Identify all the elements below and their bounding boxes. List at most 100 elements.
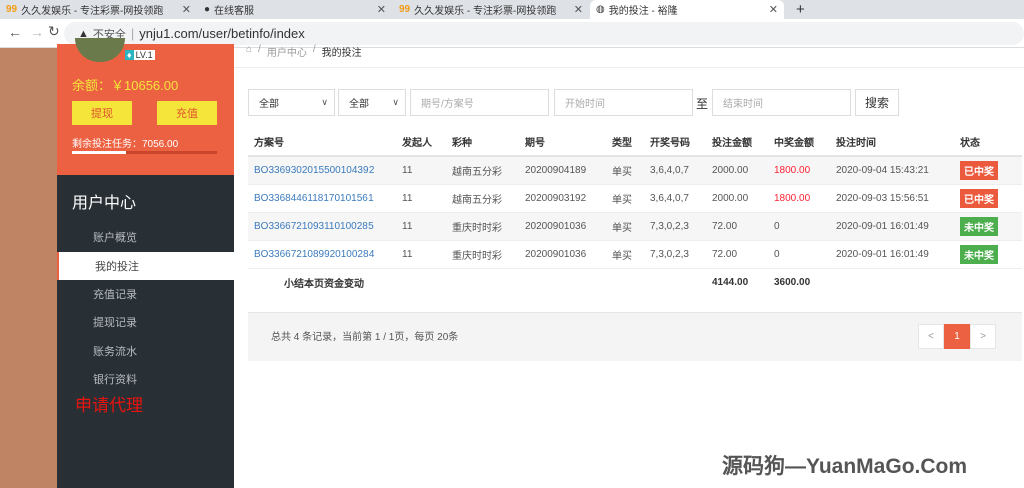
forward-icon[interactable]: → bbox=[30, 24, 44, 40]
level-badge: ♦ LV.1 bbox=[125, 49, 155, 60]
next-page-button[interactable]: > bbox=[970, 324, 996, 349]
issue-number: 20200901036 bbox=[525, 248, 587, 260]
recharge-button[interactable]: 充值 bbox=[157, 101, 217, 125]
lottery-type: 重庆时时彩 bbox=[452, 250, 502, 262]
pagination-info: 总共 4 条记录，当前第 1 / 1页，每页 20条 bbox=[271, 332, 459, 343]
reload-icon[interactable]: ↻ bbox=[48, 23, 60, 40]
initiator: 11 bbox=[402, 192, 413, 204]
type-select[interactable]: 全部 ∨ bbox=[338, 89, 406, 116]
sidebar-item-bank-info[interactable]: 银行资料 bbox=[57, 365, 234, 393]
lottery-type: 重庆时时彩 bbox=[452, 222, 502, 234]
plan-id-link[interactable]: BO336672108992010028 4 bbox=[254, 249, 374, 260]
close-icon[interactable]: ✕ bbox=[182, 3, 191, 16]
sidebar-item-my-bets[interactable]: 我的投注 bbox=[57, 252, 234, 280]
bet-time: 2020-09-04 15:43:21 bbox=[836, 164, 929, 176]
breadcrumb-current: 我的投注 bbox=[321, 48, 362, 59]
column-header: 期号 bbox=[525, 128, 612, 157]
column-header: 类型 bbox=[612, 128, 650, 157]
sidebar-item-withdraw-records[interactable]: 提现记录 bbox=[57, 308, 234, 336]
divider bbox=[234, 67, 1024, 68]
pagination-bar: 总共 4 条记录，当前第 1 / 1页，每页 20条 < 1 > bbox=[248, 312, 1022, 361]
draw-numbers: 3,6,4,0,7 bbox=[650, 164, 689, 176]
column-header: 方案号 bbox=[248, 128, 402, 157]
bet-amount: 72.00 bbox=[712, 248, 738, 260]
close-icon[interactable]: ✕ bbox=[574, 3, 583, 16]
draw-numbers: 7,3,0,2,3 bbox=[650, 248, 689, 260]
draw-numbers: 7,3,0,2,3 bbox=[650, 220, 689, 232]
search-button[interactable]: 搜索 bbox=[855, 89, 899, 116]
task-progress bbox=[72, 151, 217, 154]
page-1-button[interactable]: 1 bbox=[944, 324, 970, 349]
person-icon: ● bbox=[204, 4, 211, 15]
sidebar: 用户中心 账户概览 我的投注 充值记录 提现记录 账务流水 银行资料 申请代理 bbox=[57, 175, 234, 488]
sidebar-title: 用户中心 bbox=[72, 195, 137, 212]
close-icon[interactable]: ✕ bbox=[377, 3, 386, 16]
table-row: BO336930201550010439 2 11 越南五分彩 20200904189… bbox=[248, 156, 1022, 185]
new-tab-button[interactable]: + bbox=[790, 0, 811, 19]
initiator: 11 bbox=[402, 164, 413, 176]
chevron-down-icon: ∨ bbox=[392, 97, 399, 107]
column-header: 投注时间 bbox=[836, 128, 960, 157]
favicon-icon: 99 bbox=[399, 4, 411, 15]
browser-tab-bar: 99 久久发娱乐 - 专注彩票-网投领跑 ✕ ● 在线客服 ✕ 99 久久发娱乐 - 专注… bbox=[0, 0, 1024, 19]
lottery-type: 越南五分彩 bbox=[452, 166, 502, 178]
withdraw-button[interactable]: 提现 bbox=[72, 101, 132, 125]
url-input[interactable]: ▲ 不安全 | ynju1.com/user/betinfo/index bbox=[64, 22, 1024, 45]
diamond-icon: ♦ bbox=[125, 49, 134, 60]
win-amount: 0 bbox=[774, 220, 780, 232]
breadcrumb: ⌂ / 用户中心 / 我的投注 bbox=[246, 44, 362, 59]
browser-tab[interactable]: 99 久久发娱乐 - 专注彩票-网投领跑 ✕ bbox=[393, 0, 589, 19]
issue-number: 20200903192 bbox=[525, 192, 587, 204]
browser-tab[interactable]: ● 在线客服 ✕ bbox=[198, 0, 392, 19]
plan-id-link[interactable]: BO336930201550010439 2 bbox=[254, 165, 374, 176]
browser-tab[interactable]: 99 久久发娱乐 - 专注彩票-网投领跑 ✕ bbox=[0, 0, 197, 19]
close-icon[interactable]: ✕ bbox=[769, 3, 778, 16]
task-remaining: 剩余投注任务：7056.00 bbox=[72, 139, 179, 150]
lottery-type: 越南五分彩 bbox=[452, 194, 502, 206]
win-amount: 1800.00 bbox=[774, 164, 811, 176]
table-header: 方案号 发起人 彩种 期号 类型 开奖号码 投注金额 中奖金额 投注时间 状态 bbox=[248, 128, 1022, 157]
balance: 余额：￥10656.00 bbox=[72, 78, 179, 93]
summary-label: 小结本页资金变动 bbox=[284, 278, 364, 290]
browser-tab-active[interactable]: ◍ 我的投注 - 裕隆 ✕ bbox=[590, 0, 784, 19]
sidebar-item-recharge-records[interactable]: 充值记录 bbox=[57, 280, 234, 308]
column-header: 彩种 bbox=[452, 128, 525, 157]
summary-row: 小结本页资金变动 4144.00 3600.00 bbox=[248, 268, 1022, 296]
avatar bbox=[75, 38, 125, 62]
user-panel: ♦ LV.1 余额：￥10656.00 提现 充值 剩余投注任务：7056.00 bbox=[57, 38, 234, 175]
bets-table: 方案号 发起人 彩种 期号 类型 开奖号码 投注金额 中奖金额 投注时间 状态 BO3369302… bbox=[248, 128, 1022, 296]
to-label: 至 bbox=[696, 97, 709, 111]
bet-time: 2020-09-01 16:01:49 bbox=[836, 248, 929, 260]
sidebar-item-transactions[interactable]: 账务流水 bbox=[57, 337, 234, 365]
column-header: 投注金额 bbox=[712, 128, 774, 157]
bet-type: 单买 bbox=[612, 194, 632, 206]
column-header: 发起人 bbox=[402, 128, 452, 157]
breadcrumb-item[interactable]: 用户中心 bbox=[267, 44, 307, 59]
status-badge: 未中奖 bbox=[960, 244, 998, 264]
table-row: BO336844611817010156 1 11 越南五分彩 20200903192… bbox=[248, 184, 1022, 213]
favicon-icon: 99 bbox=[6, 4, 18, 15]
bet-amount: 72.00 bbox=[712, 220, 738, 232]
start-time-input[interactable]: 开始时间 bbox=[554, 89, 693, 116]
issue-input[interactable]: 期号/方案号 bbox=[410, 89, 549, 116]
bet-amount: 2000.00 bbox=[712, 164, 749, 176]
sidebar-item-account[interactable]: 账户概览 bbox=[57, 223, 234, 251]
bet-type: 单买 bbox=[612, 250, 632, 262]
table-row: BO336672108992010028 4 11 重庆时时彩 20200901036… bbox=[248, 240, 1022, 269]
initiator: 11 bbox=[402, 248, 413, 260]
bet-time: 2020-09-03 15:56:51 bbox=[836, 192, 929, 204]
bet-amount: 2000.00 bbox=[712, 192, 749, 204]
plan-id-link[interactable]: BO336672109311010028 5 bbox=[254, 221, 374, 232]
apply-agent-link[interactable]: 申请代理 bbox=[75, 391, 143, 416]
plan-id-link[interactable]: BO336844611817010156 1 bbox=[254, 193, 374, 204]
win-amount: 0 bbox=[774, 248, 780, 260]
column-header: 中奖金额 bbox=[774, 128, 836, 157]
summary-bet: 4144.00 bbox=[712, 276, 749, 288]
home-icon[interactable]: ⌂ bbox=[246, 44, 252, 59]
lottery-select[interactable]: 全部 ∨ bbox=[248, 89, 335, 116]
back-icon[interactable]: ← bbox=[8, 24, 22, 40]
prev-page-button[interactable]: < bbox=[918, 324, 944, 349]
globe-icon: ◍ bbox=[596, 4, 605, 15]
end-time-input[interactable]: 结束时间 bbox=[712, 89, 851, 116]
status-badge: 已中奖 bbox=[960, 188, 998, 208]
